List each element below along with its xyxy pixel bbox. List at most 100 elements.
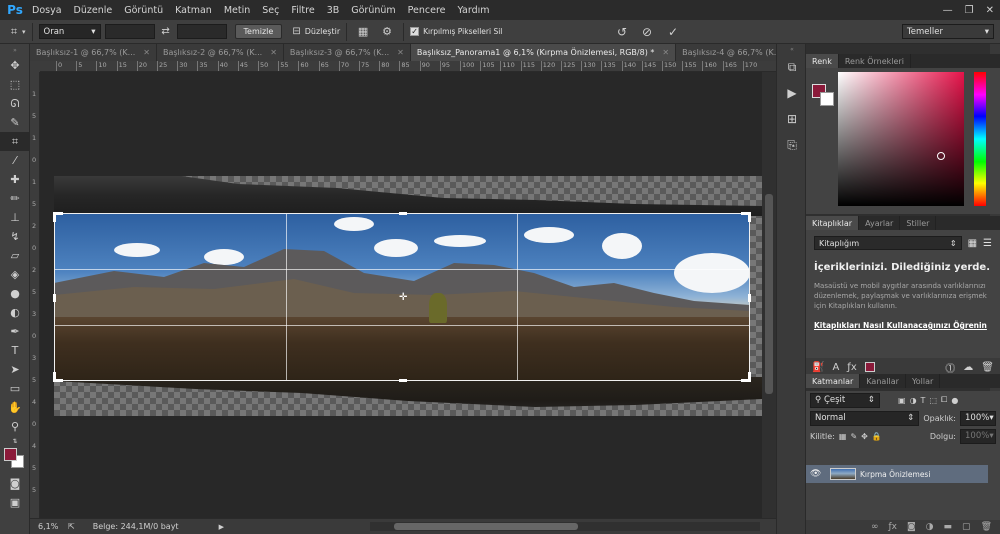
straighten-icon[interactable]: ⊟: [292, 26, 300, 37]
adjustments-icon[interactable]: ⎘: [777, 132, 807, 158]
pen-tool-icon[interactable]: ✒: [0, 322, 30, 341]
opacity-field[interactable]: 100% ▾: [960, 410, 996, 426]
hue-slider[interactable]: [974, 72, 986, 206]
clear-button[interactable]: Temizle: [234, 24, 283, 39]
hand-tool-icon[interactable]: ✋: [0, 398, 30, 417]
blend-mode-dropdown[interactable]: Normal ⇕: [810, 410, 920, 426]
zoom-level[interactable]: 6,1%: [38, 522, 60, 531]
background-color-swatch[interactable]: [820, 92, 834, 106]
link-layers-icon[interactable]: ∞: [871, 522, 879, 532]
tab-libraries[interactable]: Kitaplıklar: [806, 216, 860, 230]
height-field[interactable]: [176, 24, 227, 39]
crop-handle-top-left[interactable]: [53, 212, 56, 222]
new-group-icon[interactable]: ▬: [944, 522, 953, 532]
type-filter-icon[interactable]: T: [921, 396, 926, 405]
swap-icon[interactable]: ⇄: [155, 26, 177, 37]
grid-view-icon[interactable]: ▦: [968, 238, 977, 249]
path-select-tool-icon[interactable]: ➤: [0, 360, 30, 379]
crop-handle-top-right[interactable]: [748, 212, 751, 222]
crop-tool-icon[interactable]: ⌗: [0, 132, 30, 151]
paint-bucket-tool-icon[interactable]: ◈: [0, 265, 30, 284]
properties-icon[interactable]: ⊞: [777, 106, 807, 132]
crop-handle-right[interactable]: [748, 294, 751, 302]
tab-adjustments[interactable]: Ayarlar: [859, 216, 901, 230]
brush-tool-icon[interactable]: ✏: [0, 189, 30, 208]
delete-cropped-checkbox[interactable]: ✓: [410, 27, 420, 36]
crop-box[interactable]: ✛: [53, 212, 751, 382]
crop-handle-bottom-left[interactable]: [53, 372, 56, 382]
crop-handle-top[interactable]: [399, 212, 407, 215]
scrollbar-thumb[interactable]: [394, 523, 578, 530]
close-icon[interactable]: ✕: [662, 48, 669, 57]
export-icon[interactable]: ⇱: [68, 522, 75, 531]
library-help-link[interactable]: Kitaplıkları Nasıl Kullanacağınızı Öğren…: [814, 321, 992, 330]
adjustment-layer-icon[interactable]: ◑: [926, 522, 934, 532]
healing-brush-tool-icon[interactable]: ✚: [0, 170, 30, 189]
gear-icon[interactable]: ⚙: [377, 25, 397, 38]
menu-select[interactable]: Seç: [256, 5, 285, 16]
horizontal-scrollbar[interactable]: [370, 522, 760, 531]
menu-window[interactable]: Pencere: [402, 5, 452, 16]
quick-select-tool-icon[interactable]: ✎: [0, 113, 30, 132]
lasso-tool-icon[interactable]: ᘏ: [0, 94, 30, 113]
tab-styles[interactable]: Stiller: [900, 216, 937, 230]
foreground-color-swatch[interactable]: [4, 448, 17, 461]
default-colors-icon[interactable]: ⇅: [0, 436, 30, 446]
library-select[interactable]: Kitaplığım ⇕: [814, 236, 962, 250]
doc-tab[interactable]: Başlıksız-2 @ 66,7% (K... ✕: [156, 44, 284, 61]
add-text-icon[interactable]: A: [832, 362, 839, 373]
move-tool-icon[interactable]: ✥: [0, 56, 30, 75]
ratio-dropdown[interactable]: Oran ▾: [38, 24, 101, 39]
add-fx-icon[interactable]: ƒx: [847, 362, 856, 373]
saturation-brightness-field[interactable]: [838, 72, 964, 206]
panel-grip-icon[interactable]: «: [777, 44, 807, 54]
straighten-label[interactable]: Düzleştir: [305, 27, 340, 36]
menu-help[interactable]: Yardım: [452, 5, 496, 16]
quick-mask-icon[interactable]: ◙: [0, 474, 30, 493]
screen-mode-icon[interactable]: ▣: [0, 493, 30, 512]
menu-layer[interactable]: Katman: [169, 5, 218, 16]
list-view-icon[interactable]: ☰: [983, 238, 992, 249]
crop-handle-bottom[interactable]: [399, 379, 407, 382]
ruler-horizontal[interactable]: 0 5 10 15 20 25 30 35 40 45 50 55 60 65 70 75 80 85 90 95 10…: [40, 61, 776, 72]
crop-handle-left[interactable]: [53, 294, 56, 302]
add-color-icon[interactable]: [864, 362, 875, 372]
smart-object-filter-icon[interactable]: ⧠: [941, 395, 947, 405]
stock-icon[interactable]: ⓵: [945, 360, 955, 375]
tab-swatches[interactable]: Renk Örnekleri: [839, 54, 911, 68]
dodge-tool-icon[interactable]: ◐: [0, 303, 30, 322]
tab-color[interactable]: Renk: [806, 54, 839, 68]
menu-image[interactable]: Görüntü: [118, 5, 169, 16]
scrollbar-thumb[interactable]: [765, 194, 773, 394]
lock-image-icon[interactable]: ✎: [850, 432, 857, 441]
cancel-icon[interactable]: ⊘: [642, 25, 652, 39]
rectangle-tool-icon[interactable]: ▭: [0, 379, 30, 398]
eraser-tool-icon[interactable]: ▱: [0, 246, 30, 265]
menu-type[interactable]: Metin: [218, 5, 256, 16]
close-icon[interactable]: ✕: [270, 48, 277, 57]
status-menu-arrow-icon[interactable]: ▶: [219, 523, 224, 531]
menu-3d[interactable]: 3B: [321, 5, 346, 16]
tool-preset-chevron-icon[interactable]: ▾: [22, 28, 26, 36]
menu-edit[interactable]: Düzenle: [68, 5, 119, 16]
overlay-grid-icon[interactable]: ▦: [353, 25, 373, 38]
lock-all-icon[interactable]: 🔒: [872, 432, 882, 441]
layer-mask-icon[interactable]: ◙: [907, 522, 916, 532]
actions-play-icon[interactable]: ▶: [777, 80, 807, 106]
close-icon[interactable]: ✕: [397, 48, 404, 57]
canvas-area[interactable]: ✛: [40, 72, 762, 518]
new-layer-icon[interactable]: ▢: [962, 522, 971, 532]
blur-tool-icon[interactable]: ●: [0, 284, 30, 303]
menu-view[interactable]: Görünüm: [345, 5, 401, 16]
pixel-filter-icon[interactable]: ▣: [898, 396, 906, 405]
ruler-vertical[interactable]: 1 5 1 0 1 5 2 0 2 5 3 0 3 5 4 0 4 5 5: [30, 72, 40, 518]
zoom-tool-icon[interactable]: ⚲: [0, 417, 30, 436]
vertical-scrollbar[interactable]: [762, 72, 776, 518]
workspace-dropdown[interactable]: Temeller ▾: [902, 24, 994, 39]
layer-row[interactable]: 👁 Kırpma Önizlemesi: [806, 465, 988, 483]
clone-stamp-tool-icon[interactable]: ⊥: [0, 208, 30, 227]
tab-channels[interactable]: Kanallar: [860, 374, 906, 388]
lock-position-icon[interactable]: ✥: [861, 432, 868, 441]
commit-icon[interactable]: ✓: [668, 25, 678, 39]
doc-tab[interactable]: Başlıksız-1 @ 66,7% (K... ✕: [30, 44, 157, 61]
